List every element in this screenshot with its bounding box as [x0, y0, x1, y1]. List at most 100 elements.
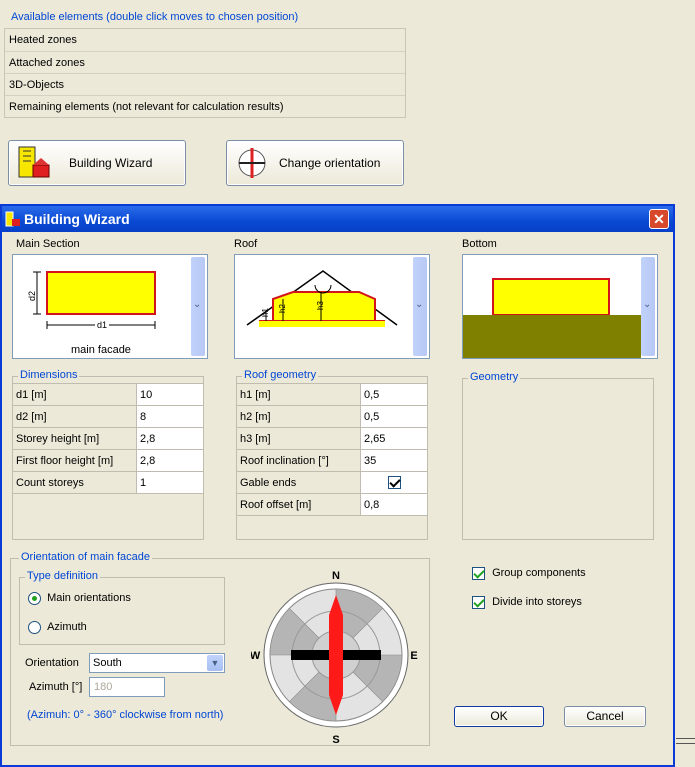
compass-rose[interactable]: N S E W: [251, 565, 421, 745]
group-components-option[interactable]: Group components: [472, 567, 586, 580]
table-row: Count storeys 1: [12, 471, 204, 494]
group-components-checkbox[interactable]: [472, 567, 485, 580]
roof-offset-input[interactable]: 0,8: [360, 493, 428, 516]
chevron-down-icon: ⌄: [415, 299, 424, 310]
d1-input[interactable]: 10: [136, 383, 204, 406]
dialog-title: Building Wizard: [24, 211, 130, 227]
orientation-select[interactable]: South ▼: [89, 653, 225, 673]
compass-s: S: [332, 734, 339, 745]
storey-height-input[interactable]: 2,8: [136, 427, 204, 450]
main-section-diagram: d2 d1: [27, 271, 156, 330]
building-wizard-label: Building Wizard: [69, 156, 153, 170]
change-orientation-label: Change orientation: [279, 156, 381, 170]
h2-input[interactable]: 0,5: [360, 405, 428, 428]
row-label: h2 [m]: [236, 405, 361, 428]
app-icon: [5, 211, 20, 227]
d2-label: d2: [27, 291, 37, 301]
main-orientations-label: Main orientations: [47, 592, 131, 605]
orientation-group: Orientation of main facade Type definiti…: [10, 551, 430, 746]
bottom-label: Bottom: [462, 238, 497, 250]
list-item[interactable]: 3D-Objects: [5, 73, 405, 95]
d2-input[interactable]: 8: [136, 405, 204, 428]
azimuth-field-label: Azimuth [°]: [29, 681, 83, 693]
azimuth-label: Azimuth: [47, 621, 87, 634]
roof-selector[interactable]: h1 h2 h3 ⌄: [234, 254, 430, 359]
geometry-title: Geometry: [468, 371, 521, 383]
bottom-dropdown[interactable]: ⌄: [641, 257, 655, 356]
cancel-button[interactable]: Cancel: [564, 706, 646, 727]
row-label: Roof offset [m]: [236, 493, 361, 516]
bottom-selector[interactable]: ⌄: [462, 254, 658, 359]
roof-geometry-title: Roof geometry: [242, 369, 319, 381]
change-orientation-button[interactable]: Change orientation: [226, 140, 404, 186]
gable-ends-checkbox[interactable]: [387, 476, 401, 489]
table-row: First floor height [m] 2,8: [12, 449, 204, 472]
available-elements-list: Heated zones Attached zones 3D-Objects R…: [4, 28, 406, 118]
ok-button[interactable]: OK: [454, 706, 544, 727]
bottom-diagram: [463, 278, 641, 358]
chevron-down-icon[interactable]: ▼: [207, 655, 223, 671]
compass-e: E: [410, 650, 417, 662]
first-floor-height-input[interactable]: 2,8: [136, 449, 204, 472]
table-row: Storey height [m] 2,8: [12, 427, 204, 450]
divide-storeys-option[interactable]: Divide into storeys: [472, 596, 582, 609]
row-label: d2 [m]: [12, 405, 137, 428]
azimuth-input[interactable]: 180: [89, 677, 165, 697]
table-row: Roof offset [m] 0,8: [236, 493, 428, 516]
roof-inclination-input[interactable]: 35: [360, 449, 428, 472]
h3-label: h3: [316, 301, 325, 310]
count-storeys-input[interactable]: 1: [136, 471, 204, 494]
azimuth-radio[interactable]: [28, 621, 41, 634]
orientation-title: Orientation of main facade: [19, 551, 153, 563]
building-wizard-dialog: Building Wizard ✕ Main Section Roof Bott…: [0, 204, 675, 767]
table-row: Roof inclination [°] 35: [236, 449, 428, 472]
dimensions-table: d1 [m] 10 d2 [m] 8 Storey height [m] 2,8 Fi…: [12, 383, 204, 494]
roof-geometry-table: h1 [m] 0,5 h2 [m] 0,5 h3 [m] 2,65 Roof incl…: [236, 383, 428, 516]
gable-ends-cell: [360, 471, 428, 494]
azimuth-hint: (Azimuh: 0° - 360° clockwise from north): [27, 709, 224, 721]
main-section-dropdown[interactable]: ⌄: [191, 257, 205, 356]
orientation-value: South: [93, 657, 122, 669]
available-elements-title: Available elements (double click moves t…: [11, 11, 299, 23]
table-row: Gable ends: [236, 471, 428, 494]
dimensions-title: Dimensions: [18, 369, 80, 381]
row-label: Count storeys: [12, 471, 137, 494]
compass-w: W: [251, 650, 261, 662]
main-facade-caption: main facade: [71, 344, 131, 356]
h3-input[interactable]: 2,65: [360, 427, 428, 450]
row-label: Roof inclination [°]: [236, 449, 361, 472]
chevron-down-icon: ⌄: [643, 299, 652, 310]
dialog-titlebar: Building Wizard ✕: [2, 206, 673, 232]
type-definition-group: Type definition Main orientations Azimut…: [19, 570, 225, 645]
row-label: First floor height [m]: [12, 449, 137, 472]
main-orientations-radio[interactable]: [28, 592, 41, 605]
dimensions-group: Dimensions d1 [m] 10 d2 [m] 8 Storey heigh…: [12, 369, 204, 540]
type-definition-title: Type definition: [25, 570, 100, 582]
divide-storeys-checkbox[interactable]: [472, 596, 485, 609]
row-label: Storey height [m]: [12, 427, 137, 450]
table-row: d2 [m] 8: [12, 405, 204, 428]
main-orientations-option[interactable]: Main orientations: [28, 592, 131, 605]
d1-label: d1: [97, 320, 107, 330]
list-item[interactable]: Remaining elements (not relevant for cal…: [5, 95, 405, 117]
row-label: Gable ends: [236, 471, 361, 494]
divide-storeys-label: Divide into storeys: [492, 596, 582, 609]
list-item[interactable]: Attached zones: [5, 51, 405, 73]
row-label: d1 [m]: [12, 383, 137, 406]
close-icon[interactable]: ✕: [649, 209, 669, 229]
row-label: h1 [m]: [236, 383, 361, 406]
roof-geometry-group: Roof geometry h1 [m] 0,5 h2 [m] 0,5 h3 [m]…: [236, 369, 428, 540]
window-edge: [676, 738, 695, 744]
group-components-label: Group components: [492, 567, 586, 580]
list-item[interactable]: Heated zones: [5, 29, 405, 51]
roof-dropdown[interactable]: ⌄: [413, 257, 427, 356]
compass-icon: [238, 148, 266, 178]
main-section-selector[interactable]: d2 d1 main facade ⌄: [12, 254, 208, 359]
h1-label: h1: [261, 308, 270, 317]
compass-n: N: [332, 570, 340, 582]
h2-label: h2: [278, 304, 287, 313]
geometry-group: Geometry: [462, 371, 654, 540]
azimuth-option[interactable]: Azimuth: [28, 621, 87, 634]
building-wizard-button[interactable]: Building Wizard: [8, 140, 186, 186]
h1-input[interactable]: 0,5: [360, 383, 428, 406]
